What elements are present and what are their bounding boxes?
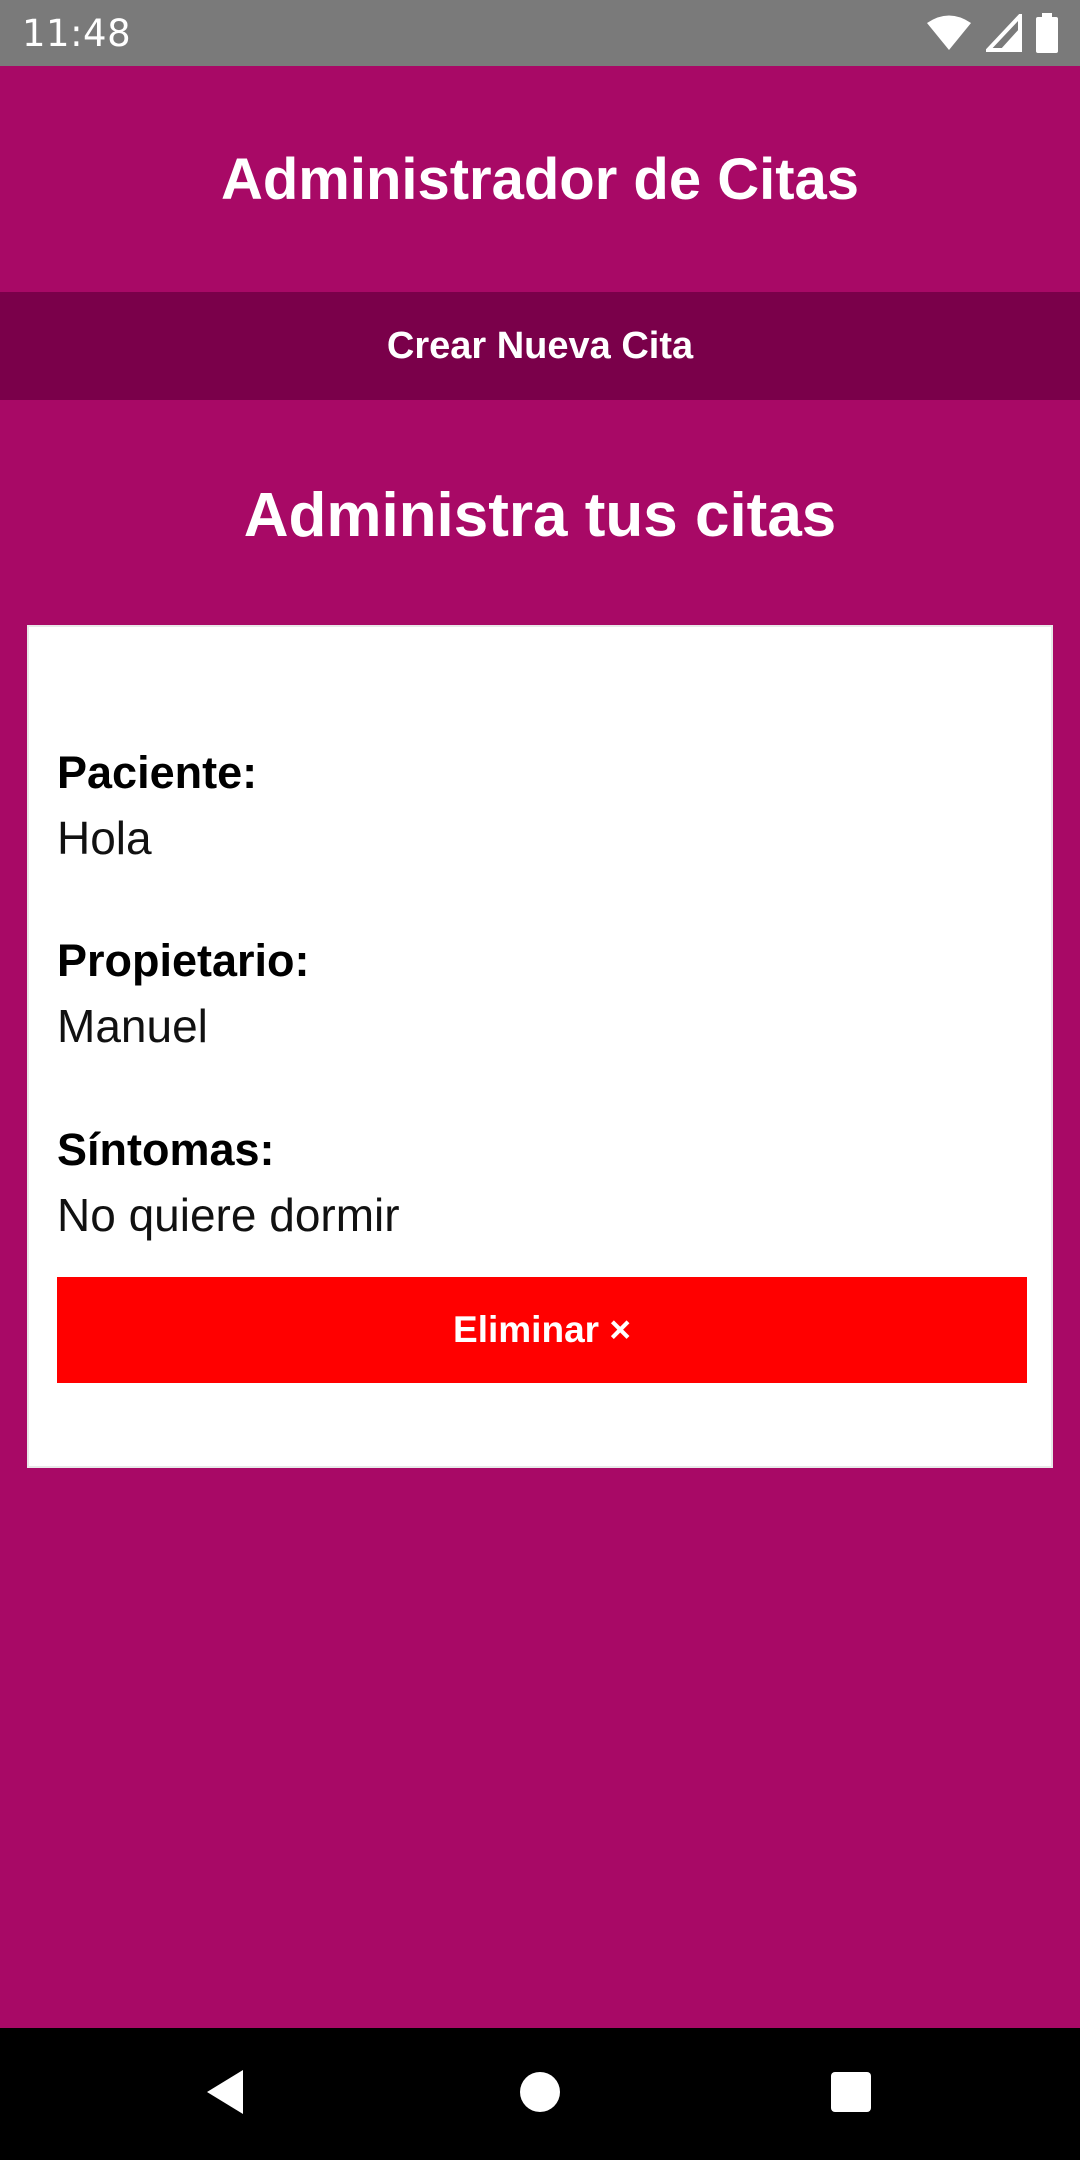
symptoms-value: No quiere dormir [57,1189,400,1241]
appointment-card: Paciente: Hola Propietario: Manuel Sínto… [27,625,1053,1468]
patient-label: Paciente: [57,747,258,798]
home-icon [518,2070,562,2119]
recents-button[interactable] [791,2028,911,2160]
status-icons [926,13,1058,53]
home-button[interactable] [480,2028,600,2160]
back-icon [203,2068,247,2121]
wifi-icon [926,14,972,52]
app-title: Administrador de Citas [220,146,860,212]
owner-label: Propietario: [57,935,310,986]
status-bar: 11:48 [0,0,1080,66]
owner-field: Propietario: Manuel [57,930,310,1060]
symptoms-label: Síntomas: [57,1124,275,1175]
battery-icon [1036,13,1058,53]
owner-value: Manuel [57,1000,208,1052]
create-appointment-button[interactable]: Crear Nueva Cita [0,292,1080,400]
patient-value: Hola [57,812,152,864]
app-header: Administrador de Citas [0,66,1080,292]
patient-field: Paciente: Hola [57,742,257,872]
delete-appointment-button[interactable]: Eliminar × [57,1277,1027,1383]
back-button[interactable] [165,2028,285,2160]
section-title: Administra tus citas [243,481,837,550]
symptoms-field: Síntomas: No quiere dormir [57,1119,400,1249]
recents-icon [830,2071,872,2118]
cell-signal-icon [986,14,1022,52]
status-time: 11:48 [22,11,132,55]
